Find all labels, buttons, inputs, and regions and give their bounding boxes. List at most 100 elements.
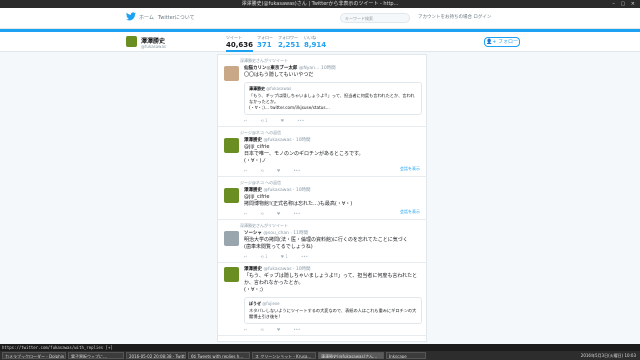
tweet-actions: ↩ ⟲ ♥ ••• [244, 327, 422, 332]
taskbar-item[interactable]: ス クリーンショット - Krusa… [252, 352, 316, 359]
reply-context: ジージ@ネコ への返信 [240, 180, 282, 185]
window-controls[interactable]: – ▢ × [612, 0, 637, 8]
window-title: 澤澤勝史(@fukasawas)さん | Twitterから非表示のツイート -… [241, 1, 399, 7]
like-icon[interactable]: ♥ [277, 168, 281, 173]
quote-handle: @fujiexe [262, 301, 280, 306]
tweet-author[interactable]: 仙猫カリン◎東京ブー太郎 [244, 66, 297, 71]
follow-label: フォロー [498, 39, 519, 45]
reply-icon[interactable]: ↩ [244, 168, 247, 173]
tweet[interactable]: 深澤勝史さんがリツイート ソーシャ @sou_chan · 11時間 明治大学の… [218, 220, 426, 263]
quote-author: 澤澤勝史 [249, 86, 265, 91]
tweet-handle: @fukasawas · 10時間 [263, 188, 311, 193]
tweet-author[interactable]: ソーシャ [244, 231, 262, 236]
search-input[interactable]: キーワード検索 [340, 13, 410, 23]
more-icon[interactable]: ••• [293, 211, 300, 216]
tweet-time[interactable]: 10時間 [321, 66, 336, 71]
tweet-handle: @Nyan… [298, 66, 320, 71]
avatar[interactable] [224, 267, 239, 282]
reply-icon[interactable]: ↩ [244, 327, 247, 332]
nav-home[interactable]: ホーム [139, 14, 154, 21]
retweet-icon[interactable]: ⟲ [260, 327, 263, 332]
show-conversation-link[interactable]: 会話を表示 [400, 166, 420, 172]
taskbar-item[interactable]: Inkscape [386, 352, 426, 359]
stat-likes[interactable]: いいね 8,914 [304, 35, 326, 49]
status-bar: https://twitter.com/fukasawas/with_repli… [0, 344, 640, 351]
like-icon[interactable]: ♥ [281, 118, 285, 123]
follow-button[interactable]: 👤+ フォロー [484, 37, 520, 47]
like-icon[interactable]: ♥ 1 [281, 254, 288, 259]
retweet-icon[interactable]: ⟲ [260, 168, 263, 173]
profile-handle: @fukasawas [141, 44, 166, 49]
avatar[interactable] [224, 138, 239, 153]
stat-tweets[interactable]: ツイート 40,636 [226, 35, 254, 52]
status-url: https://twitter.com/fukasawas/with_repli… [2, 345, 113, 350]
taskbar-item-active[interactable]: 澤澤勝史(@fukasawas)さん… [318, 352, 384, 359]
tweet-text: 明治大学の拷問(法・医・倫理の資料館)に行くのを忘れてたことに気づく (歯車未閲… [244, 237, 408, 250]
timeline: 深澤勝史さんがリツイート 仙猫カリン◎東京ブー太郎 @Nyan… 10時間 〇〇… [217, 54, 427, 342]
tweet[interactable]: 深澤勝史さんがリツイート 仙猫カリン◎東京ブー太郎 @Nyan… 10時間 〇〇… [218, 55, 426, 127]
quote-text: 「もう、ギッブは隠しちゃいましょうよ!!」って、担当者に何度も言われたとか、言わ… [249, 93, 415, 110]
tweet-handle: @fukasawas · 10時間 [263, 138, 311, 143]
tweet-author[interactable]: 澤澤勝史 [244, 188, 262, 193]
retweet-icon[interactable]: ⟲ 1 [260, 254, 267, 259]
avatar[interactable] [126, 36, 137, 47]
follow-icon: 👤+ [485, 39, 498, 45]
reply-context: ジージ@ネコ への返信 [240, 130, 282, 135]
profile-nav: 澤澤勝史 @fukasawas ツイート 40,636 フォロー 371 フォロ… [0, 32, 640, 52]
retweet-icon[interactable]: ⟲ 1 [260, 118, 267, 123]
quoted-tweet[interactable]: 澤澤勝史 @fukasawas 「もう、ギッブは隠しちゃいましょうよ!!」って、… [244, 82, 422, 115]
tweet-actions: ↩ ⟲ 1 ♥ ••• [244, 118, 422, 123]
tweet-author[interactable]: 澤澤勝史 [244, 267, 262, 272]
quote-text: ネタバレしないようにツイートするの大変なので、表紙の人はこれも重みにギロチンの大… [249, 308, 417, 319]
stat-value: 2,251 [278, 41, 301, 49]
reply-icon[interactable]: ↩ [244, 211, 247, 216]
show-conversation-link[interactable]: 会話を表示 [400, 209, 420, 215]
taskbar-item[interactable]: 2016-05-02 20:08:38 - Twitter [126, 352, 186, 359]
stat-followers[interactable]: フォロワー 2,251 [278, 35, 300, 49]
stat-value: 40,636 [226, 41, 254, 49]
top-navigation: ホーム Twitterについて キーワード検索 アカウントをお持ちの場合 ログイ… [0, 8, 640, 29]
taskbar: カメラブックローダー - Dolphin 電子黒板ウェブに… 2016-05-0… [0, 351, 640, 360]
reply-icon[interactable]: ↩ [244, 118, 247, 123]
avatar[interactable] [224, 66, 239, 81]
more-icon[interactable]: ••• [293, 327, 300, 332]
taskbar-item[interactable]: 電子黒板ウェブに… [68, 352, 124, 359]
tweet-actions: ↩ ⟲ ♥ ••• [244, 211, 422, 216]
nav-about[interactable]: Twitterについて [158, 14, 195, 21]
more-icon[interactable]: ••• [297, 118, 304, 123]
stat-value: 8,914 [304, 41, 327, 49]
system-clock[interactable]: 2016年5月3日(火曜日) 10:03 [581, 351, 636, 360]
avatar[interactable] [224, 188, 239, 203]
tweet-handle: @sou_chan · 11時間 [263, 231, 309, 236]
like-icon[interactable]: ♥ [277, 211, 281, 216]
retweet-context: 深澤勝史さんがリツイート [240, 58, 288, 63]
quoted-tweet[interactable]: ぼうぜ @fujiexe ネタバレしないようにツイートするの大変なので、表紙の人… [244, 297, 422, 324]
tweet-text: @jiji_cifrie 日本で唯一、モノのンのギロチンがあるところです。 (・… [244, 144, 364, 164]
tweet-text: 「もう、ギッブは隠しちゃいましょうよ!!」って、担当者に何度も言われたとか、言わ… [244, 273, 418, 293]
taskbar-item[interactable]: 6ti Tweets with replies h… [188, 352, 250, 359]
retweet-context: 深澤勝史さんがリツイート [240, 223, 288, 228]
twitter-bird-icon[interactable] [126, 12, 136, 21]
retweet-icon[interactable]: ⟲ [260, 211, 263, 216]
like-icon[interactable]: ♥ [277, 327, 281, 332]
taskbar-item[interactable]: カメラブックローダー - Dolphin [2, 352, 66, 359]
tweet-text: 〇〇はもう隠してもいいやつだ [244, 72, 314, 78]
quote-author: ぼうぜ [249, 301, 261, 306]
tweet-text: @jiji_cifrie 拷問博物館!(正式名称は忘れた…)も最高(・∀・) [244, 194, 353, 207]
quote-handle: @fukasawas [266, 86, 292, 91]
tweet-actions: ↩ ⟲ ♥ ••• [244, 168, 422, 173]
more-icon[interactable]: ••• [301, 254, 308, 259]
stat-following[interactable]: フォロー 371 [257, 35, 273, 49]
more-icon[interactable]: ••• [293, 168, 300, 173]
stat-value: 371 [257, 41, 272, 49]
tweet[interactable]: ジージ@ネコ への返信 澤澤勝史 @fukasawas · 10時間 @jiji… [218, 177, 426, 220]
reply-icon[interactable]: ↩ [244, 254, 247, 259]
tweet-actions: ↩ ⟲ 1 ♥ 1 ••• [244, 254, 422, 259]
avatar[interactable] [224, 231, 239, 246]
tweet[interactable]: ジージ@ネコ への返信 澤澤勝史 @fukasawas · 10時間 @jiji… [218, 127, 426, 177]
tweet[interactable]: 澤澤勝史 @fukasawas · 10時間 「もう、ギッブは隠しちゃいましょう… [218, 263, 426, 336]
tweet-author[interactable]: 澤澤勝史 [244, 138, 262, 143]
login-link[interactable]: アカウントをお持ちの場合 ログイン [418, 14, 491, 20]
tweet-handle: @fukasawas · 10時間 [263, 267, 311, 272]
window-titlebar: 澤澤勝史(@fukasawas)さん | Twitterから非表示のツイート -… [0, 0, 640, 8]
